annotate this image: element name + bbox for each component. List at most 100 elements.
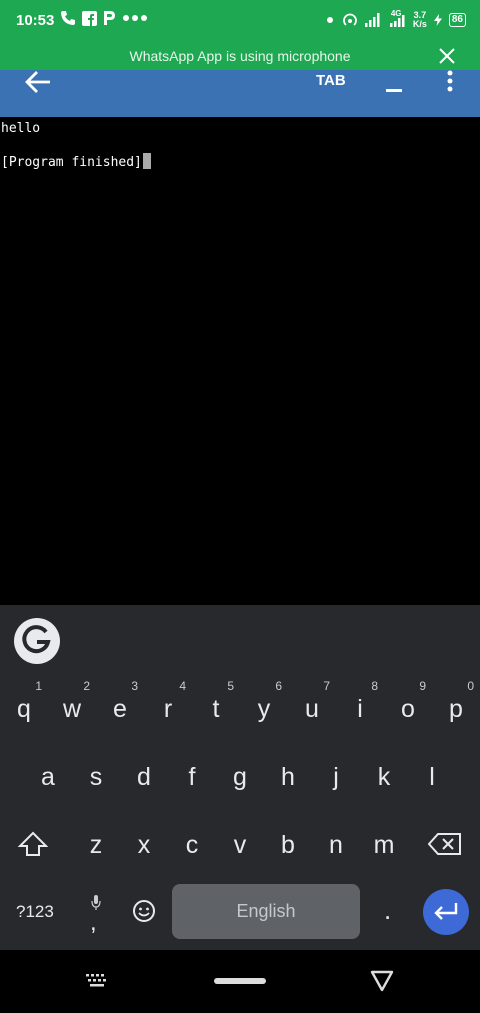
enter-key[interactable] bbox=[423, 889, 469, 935]
key-w[interactable]: 2w bbox=[48, 679, 96, 737]
key-hint: 8 bbox=[371, 679, 378, 693]
key-s[interactable]: s bbox=[72, 749, 120, 805]
key-i[interactable]: 8i bbox=[336, 679, 384, 737]
terminal-cursor bbox=[142, 153, 151, 169]
key-l[interactable]: l bbox=[408, 749, 456, 805]
key-g[interactable]: g bbox=[216, 749, 264, 805]
symbols-key[interactable]: ?123 bbox=[16, 902, 54, 922]
period-key[interactable]: . bbox=[384, 895, 391, 926]
shift-icon[interactable] bbox=[18, 831, 48, 857]
terminal-line-with-cursor: [Program finished] bbox=[1, 153, 151, 170]
grammarly-g-icon[interactable] bbox=[14, 618, 60, 664]
net-speed-unit: K/s bbox=[412, 19, 427, 29]
key-hint: 5 bbox=[227, 679, 234, 693]
minus-icon[interactable] bbox=[386, 89, 402, 92]
close-icon[interactable] bbox=[436, 45, 458, 67]
key-p[interactable]: 0p bbox=[432, 679, 480, 737]
banner-message: WhatsApp App is using microphone bbox=[129, 48, 351, 64]
key-b[interactable]: b bbox=[264, 817, 312, 873]
key-label: x bbox=[137, 831, 151, 859]
net-speed: 3.7 K/s bbox=[413, 11, 427, 29]
backspace-icon[interactable] bbox=[428, 833, 462, 855]
key-label: m bbox=[373, 831, 395, 859]
microphone-banner[interactable]: WhatsApp App is using microphone bbox=[0, 42, 480, 70]
emoji-key[interactable] bbox=[132, 899, 156, 923]
key-t[interactable]: 5t bbox=[192, 679, 240, 737]
key-o[interactable]: 9o bbox=[384, 679, 432, 737]
key-label: e bbox=[113, 695, 127, 723]
more-dots-icon bbox=[123, 15, 147, 21]
key-label: q bbox=[17, 695, 31, 723]
key-label: l bbox=[429, 763, 435, 791]
status-bar: 10:53 4G 3.7 K/s 86 bbox=[0, 0, 480, 42]
key-label: p bbox=[449, 695, 463, 723]
key-hint: 2 bbox=[83, 679, 90, 693]
key-label: v bbox=[233, 831, 247, 859]
battery-level: 86 bbox=[448, 13, 466, 27]
key-label: a bbox=[41, 763, 55, 791]
key-label: k bbox=[377, 763, 391, 791]
terminal-output[interactable]: hello [Program finished] bbox=[0, 117, 480, 605]
tab-button[interactable]: TAB bbox=[316, 72, 346, 89]
key-u[interactable]: 7u bbox=[288, 679, 336, 737]
key-y[interactable]: 6y bbox=[240, 679, 288, 737]
comma-mic-key[interactable]: , bbox=[84, 895, 108, 936]
battery-charging-icon bbox=[433, 14, 442, 26]
key-e[interactable]: 3e bbox=[96, 679, 144, 737]
key-hint: 4 bbox=[179, 679, 186, 693]
phone-icon bbox=[61, 11, 75, 25]
key-k[interactable]: k bbox=[360, 749, 408, 805]
key-x[interactable]: x bbox=[120, 817, 168, 873]
key-hint: 1 bbox=[35, 679, 42, 693]
keyboard-switch-icon[interactable] bbox=[86, 974, 108, 988]
key-label: o bbox=[401, 695, 415, 723]
key-a[interactable]: a bbox=[24, 749, 72, 805]
key-v[interactable]: v bbox=[216, 817, 264, 873]
key-hint: 6 bbox=[275, 679, 282, 693]
key-label: h bbox=[281, 763, 295, 791]
key-label: z bbox=[89, 831, 103, 859]
comma-label: , bbox=[90, 909, 97, 936]
key-hint: 0 bbox=[467, 679, 474, 693]
key-n[interactable]: n bbox=[312, 817, 360, 873]
terminal-line: hello bbox=[1, 121, 41, 136]
space-bar[interactable]: English bbox=[172, 884, 360, 939]
key-label: c bbox=[185, 831, 199, 859]
key-q[interactable]: 1q bbox=[0, 679, 48, 737]
dot-icon bbox=[326, 17, 333, 23]
key-label: n bbox=[329, 831, 343, 859]
key-hint: 9 bbox=[419, 679, 426, 693]
paytm-icon bbox=[104, 11, 115, 25]
key-label: t bbox=[212, 695, 220, 723]
key-label: s bbox=[89, 763, 103, 791]
key-r[interactable]: 4r bbox=[144, 679, 192, 737]
app-bar: TAB bbox=[0, 70, 480, 117]
enter-icon bbox=[434, 903, 458, 920]
back-triangle-icon[interactable] bbox=[370, 970, 394, 992]
hotspot-icon bbox=[343, 13, 357, 26]
key-label: u bbox=[305, 695, 319, 723]
4g-signal-icon: 4G bbox=[388, 9, 406, 27]
key-c[interactable]: c bbox=[168, 817, 216, 873]
key-label: w bbox=[62, 695, 82, 723]
key-d[interactable]: d bbox=[120, 749, 168, 805]
home-pill-icon[interactable] bbox=[214, 978, 266, 984]
key-label: g bbox=[233, 763, 247, 791]
key-hint: 3 bbox=[131, 679, 138, 693]
key-label: r bbox=[163, 695, 173, 723]
key-hint: 7 bbox=[323, 679, 330, 693]
key-label: y bbox=[257, 695, 271, 723]
arrow-left-icon[interactable] bbox=[24, 68, 52, 96]
key-label: b bbox=[281, 831, 295, 859]
key-h[interactable]: h bbox=[264, 749, 312, 805]
key-f[interactable]: f bbox=[168, 749, 216, 805]
signal-icon bbox=[364, 13, 380, 27]
key-m[interactable]: m bbox=[360, 817, 408, 873]
navigation-bar bbox=[0, 950, 480, 1013]
key-z[interactable]: z bbox=[72, 817, 120, 873]
status-time: 10:53 bbox=[16, 12, 55, 29]
key-j[interactable]: j bbox=[312, 749, 360, 805]
more-vert-icon[interactable] bbox=[446, 70, 454, 92]
key-label: i bbox=[357, 695, 363, 723]
key-label: d bbox=[137, 763, 151, 791]
